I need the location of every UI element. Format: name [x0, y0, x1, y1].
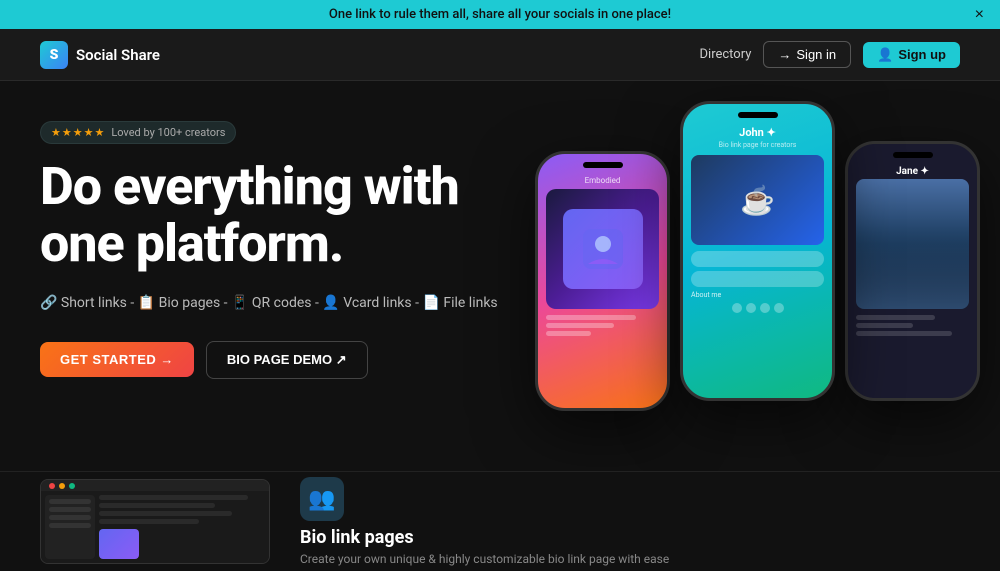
logo: S Social Share: [40, 41, 160, 69]
phone-right-mountain: [856, 231, 969, 309]
phone-left-bars: [546, 315, 659, 336]
banner-close-button[interactable]: ×: [975, 7, 984, 23]
nav-directory-link[interactable]: Directory: [700, 47, 752, 62]
nav-right: Directory → Sign in 👤 Sign up: [700, 41, 961, 68]
banner-text: One link to rule them all, share all you…: [329, 7, 671, 22]
dashboard-screenshot: [40, 479, 270, 564]
phone-left-label: Embodied: [546, 176, 659, 185]
bio-link-title: Bio link pages: [300, 527, 960, 548]
hero-section: ★★★★★ Loved by 100+ creators Do everythi…: [0, 81, 1000, 471]
phone-left-photo-inner: [563, 209, 643, 289]
phone-right-bar-2: [856, 323, 913, 328]
sidebar-row-1: [49, 499, 91, 504]
bio-link-desc: Create your own unique & highly customiz…: [300, 552, 960, 566]
social-dot-2: [746, 303, 756, 313]
phone-right-bar-1: [856, 315, 935, 320]
phone-right-notch: [893, 152, 933, 158]
social-dot-1: [732, 303, 742, 313]
sidebar-row-3: [49, 515, 91, 520]
signin-button[interactable]: → Sign in: [763, 41, 851, 68]
screenshot-header: [41, 480, 269, 491]
phone-right: Jane ✦: [845, 141, 980, 401]
dot-yellow: [59, 483, 65, 489]
bottom-right: 👥 Bio link pages Create your own unique …: [300, 477, 960, 566]
phone-left: Embodied: [535, 151, 670, 411]
main-row-1: [99, 495, 248, 500]
phone-center-btn-2: [691, 271, 824, 287]
announcement-banner: One link to rule them all, share all you…: [0, 0, 1000, 29]
phone-right-bar-3: [856, 331, 952, 336]
logo-icon: S: [40, 41, 68, 69]
phone-center-btn-1: [691, 251, 824, 267]
phone-center-notch: [738, 112, 778, 118]
phone-center-sub: Bio link page for creators: [691, 141, 824, 149]
navbar: S Social Share Directory → Sign in 👤 Sig…: [0, 29, 1000, 81]
phone-left-photo: [546, 189, 659, 309]
sidebar-row-2: [49, 507, 91, 512]
dot-green: [69, 483, 75, 489]
phone-left-bar-1: [546, 315, 636, 320]
phone-left-notch: [583, 162, 623, 168]
phone-right-name: Jane ✦: [856, 166, 969, 177]
phone-left-content: Embodied: [538, 154, 667, 408]
social-dot-3: [760, 303, 770, 313]
phones-container: Embodied: [535, 101, 980, 411]
hero-features: 🔗 Short links - 📋 Bio pages - 📱 QR codes…: [40, 290, 500, 317]
signin-label: Sign in: [796, 47, 836, 62]
screenshot-sidebar: [45, 495, 95, 559]
hero-title: Do everything with one platform.: [40, 158, 500, 272]
screenshot-main: [99, 495, 265, 559]
bio-link-icon: 👥: [300, 477, 344, 521]
phone-left-bar-3: [546, 331, 591, 336]
phone-right-content: Jane ✦: [848, 144, 977, 398]
main-row-3: [99, 511, 232, 516]
get-started-button[interactable]: GET STARTED →: [40, 342, 194, 377]
phone-center-photo-icon: ☕: [740, 184, 775, 217]
signin-icon: →: [778, 47, 791, 62]
screenshot-phone-card: [99, 529, 139, 559]
signup-icon: 👤: [877, 47, 893, 63]
main-row-2: [99, 503, 215, 508]
phone-center-about: About me: [691, 291, 824, 299]
phone-left-bar-2: [546, 323, 614, 328]
phone-center-name: John ✦: [691, 126, 824, 139]
bio-demo-button[interactable]: BIO PAGE DEMO ↗: [206, 341, 368, 379]
hero-right: Embodied: [500, 111, 960, 471]
signup-label: Sign up: [898, 47, 946, 62]
phone-center-socials: [691, 303, 824, 313]
hero-title-line2: one platform.: [40, 213, 343, 274]
phone-center-content: John ✦ Bio link page for creators ☕ Abou…: [683, 104, 832, 398]
signup-button[interactable]: 👤 Sign up: [863, 42, 960, 68]
main-row-4: [99, 519, 199, 524]
dot-red: [49, 483, 55, 489]
hero-left: ★★★★★ Loved by 100+ creators Do everythi…: [40, 111, 500, 471]
sidebar-row-4: [49, 523, 91, 528]
bottom-section: 👥 Bio link pages Create your own unique …: [0, 471, 1000, 571]
hero-buttons: GET STARTED → BIO PAGE DEMO ↗: [40, 341, 500, 379]
phone-right-bars: [856, 315, 969, 336]
hero-title-line1: Do everything with: [40, 156, 459, 217]
phone-center-photo: ☕: [691, 155, 824, 245]
screenshot-body: [41, 491, 269, 563]
stars: ★★★★★: [51, 126, 105, 139]
social-dot-4: [774, 303, 784, 313]
logo-text: Social Share: [76, 46, 160, 64]
badge-label: Loved by 100+ creators: [111, 126, 225, 139]
stars-badge: ★★★★★ Loved by 100+ creators: [40, 121, 236, 144]
phone-right-photo: [856, 179, 969, 309]
phone-center: John ✦ Bio link page for creators ☕ Abou…: [680, 101, 835, 401]
